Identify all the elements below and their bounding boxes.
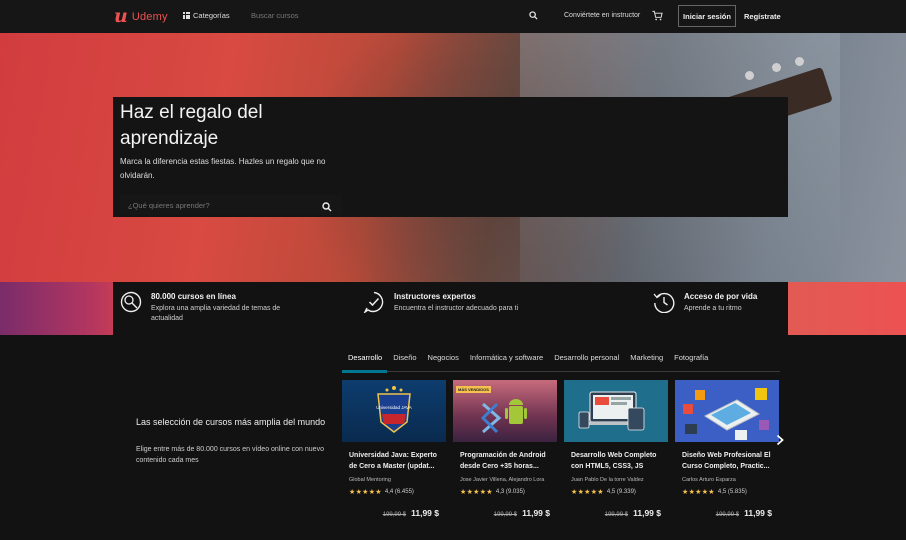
guitar-peg <box>745 71 754 80</box>
course-author: Jose Javier Villena, Alejandro Lora <box>460 477 545 483</box>
course-card[interactable]: MÁS VENDIDOS Programación de Android des… <box>453 380 557 521</box>
feature-instructors: Instructores expertos Encuentra el instr… <box>363 291 553 314</box>
categories-menu[interactable]: Categorías <box>183 11 230 20</box>
review-count: (9.339) <box>616 489 636 495</box>
course-thumbnail: Universidad JAVA <box>342 380 446 442</box>
cart-icon[interactable] <box>652 10 663 21</box>
old-price: 199,99 $ <box>382 512 407 518</box>
hero-panel: Haz el regalo del aprendizaje Marca la d… <box>113 97 788 217</box>
old-price: 199,99 $ <box>493 512 518 518</box>
course-price: 199,99 $ 11,99 $ <box>564 503 668 521</box>
course-thumbnail <box>564 380 668 442</box>
java-shield-image: Universidad JAVA <box>376 386 412 433</box>
udemy-logo[interactable]: u Udemy <box>114 5 168 27</box>
course-selection-section: Las selección de cursos más amplia del m… <box>0 335 906 540</box>
web-devices-image <box>578 391 645 431</box>
category-tabs: Desarrollo Diseño Negocios Informática y… <box>342 350 780 373</box>
course-title: Universidad Java: Experto de Cero a Mast… <box>349 452 437 470</box>
feature-desc: Aprende a tu ritmo <box>684 305 742 312</box>
hero-banner: Haz el regalo del aprendizaje Marca la d… <box>0 33 906 282</box>
tab-marketing[interactable]: Marketing <box>624 350 668 372</box>
course-rating: ★★★★★ 4,3 (9.035) <box>453 488 557 496</box>
course-title: Diseño Web Profesional El Curso Completo… <box>682 452 771 470</box>
course-rating: ★★★★★ 4,4 (6.455) <box>342 488 446 496</box>
section-title: Las selección de cursos más amplia del m… <box>136 417 326 427</box>
course-rating: ★★★★★ 4,5 (5.835) <box>675 488 779 496</box>
tab-informatica[interactable]: Informática y software <box>464 350 548 372</box>
tab-desarrollo[interactable]: Desarrollo <box>342 350 388 373</box>
review-count: (5.835) <box>727 489 747 495</box>
course-price: 199,99 $ 11,99 $ <box>675 503 779 521</box>
bestseller-badge: MÁS VENDIDOS <box>456 386 491 393</box>
rating-value: 4,5 <box>717 489 727 495</box>
star-rating-icon: ★★★★★ <box>349 489 382 496</box>
grid-icon <box>183 12 190 19</box>
course-author: Juan Pablo De la torre Valdez <box>571 477 644 483</box>
search-icon[interactable] <box>322 202 332 212</box>
course-title: Programación de Android desde Cero +35 h… <box>460 452 546 470</box>
feature-desc: Encuentra el instructor adecuado para ti <box>394 305 519 312</box>
login-button[interactable]: Iniciar sesión <box>678 5 736 27</box>
udemy-logo-mark: u <box>114 5 128 27</box>
current-price: 11,99 $ <box>411 508 439 518</box>
review-count: (9.035) <box>505 489 525 495</box>
header-search-input[interactable]: Buscar cursos <box>251 11 299 20</box>
guitar-peg <box>795 57 804 66</box>
feature-courses: 80.000 cursos en línea Explora una ampli… <box>120 291 310 324</box>
course-author: Global Mentoring <box>349 477 391 483</box>
current-price: 11,99 $ <box>744 508 772 518</box>
old-price: 199,99 $ <box>604 512 629 518</box>
course-price: 199,99 $ 11,99 $ <box>342 503 446 521</box>
features-bar: 80.000 cursos en línea Explora una ampli… <box>113 282 788 335</box>
tab-fotografia[interactable]: Fotografía <box>668 350 713 372</box>
feature-desc: Explora una amplia variedad de temas de … <box>151 305 281 322</box>
course-thumbnail: MÁS VENDIDOS <box>453 380 557 442</box>
thumb-text: Universidad JAVA <box>376 405 412 410</box>
feature-title: 80.000 cursos en línea <box>151 292 236 301</box>
rating-value: 4,5 <box>606 489 616 495</box>
tab-diseno[interactable]: Diseño <box>387 350 421 372</box>
course-card[interactable]: Diseño Web Profesional El Curso Completo… <box>675 380 779 521</box>
signup-button[interactable]: Regístrate <box>744 12 781 21</box>
web-design-image <box>683 388 769 440</box>
search-icon[interactable] <box>529 11 538 20</box>
categories-label: Categorías <box>193 11 230 20</box>
feature-lifetime: Acceso de por vida Aprende a tu ritmo <box>653 291 783 314</box>
rating-value: 4,4 <box>384 489 394 495</box>
udemy-brand-text: Udemy <box>131 10 168 23</box>
badge-check-icon <box>363 291 384 313</box>
star-rating-icon: ★★★★★ <box>571 489 604 496</box>
guitar-peg <box>772 63 781 72</box>
star-rating-icon: ★★★★★ <box>682 489 715 496</box>
course-thumbnail <box>675 380 779 442</box>
target-icon <box>120 291 142 313</box>
hero-search-placeholder: ¿Qué quieres aprender? <box>128 201 210 210</box>
old-price: 199,99 $ <box>715 512 740 518</box>
course-author: Carlos Arturo Esparza <box>682 477 736 483</box>
top-navbar: u Udemy Categorías Buscar cursos Conviér… <box>0 0 906 33</box>
current-price: 11,99 $ <box>633 508 661 518</box>
clock-history-icon <box>653 292 675 313</box>
tab-desarrollo-personal[interactable]: Desarrollo personal <box>548 350 624 372</box>
star-rating-icon: ★★★★★ <box>460 489 493 496</box>
course-rating: ★★★★★ 4,5 (9.339) <box>564 488 668 496</box>
course-title: Desarrollo Web Completo con HTML5, CSS3,… <box>571 452 657 470</box>
become-instructor-link[interactable]: Conviértete en instructor <box>564 12 640 19</box>
feature-title: Acceso de por vida <box>684 292 758 301</box>
hero-subtitle: Marca la diferencia estas fiestas. Hazle… <box>120 157 326 180</box>
course-price: 199,99 $ 11,99 $ <box>453 503 557 521</box>
hero-title: Haz el regalo del aprendizaje <box>120 102 263 149</box>
current-price: 11,99 $ <box>522 508 550 518</box>
section-subtitle: Elige entre más de 80.000 cursos en víde… <box>136 446 324 464</box>
course-card[interactable]: Desarrollo Web Completo con HTML5, CSS3,… <box>564 380 668 521</box>
course-card[interactable]: Universidad JAVA Universidad Java: Exper… <box>342 380 446 521</box>
rating-value: 4,3 <box>495 489 505 495</box>
feature-title: Instructores expertos <box>394 292 476 301</box>
review-count: (6.455) <box>394 489 414 495</box>
chevron-right-icon[interactable] <box>775 434 785 446</box>
hero-search-input[interactable]: ¿Qué quieres aprender? <box>120 195 342 215</box>
tab-negocios[interactable]: Negocios <box>422 350 464 372</box>
